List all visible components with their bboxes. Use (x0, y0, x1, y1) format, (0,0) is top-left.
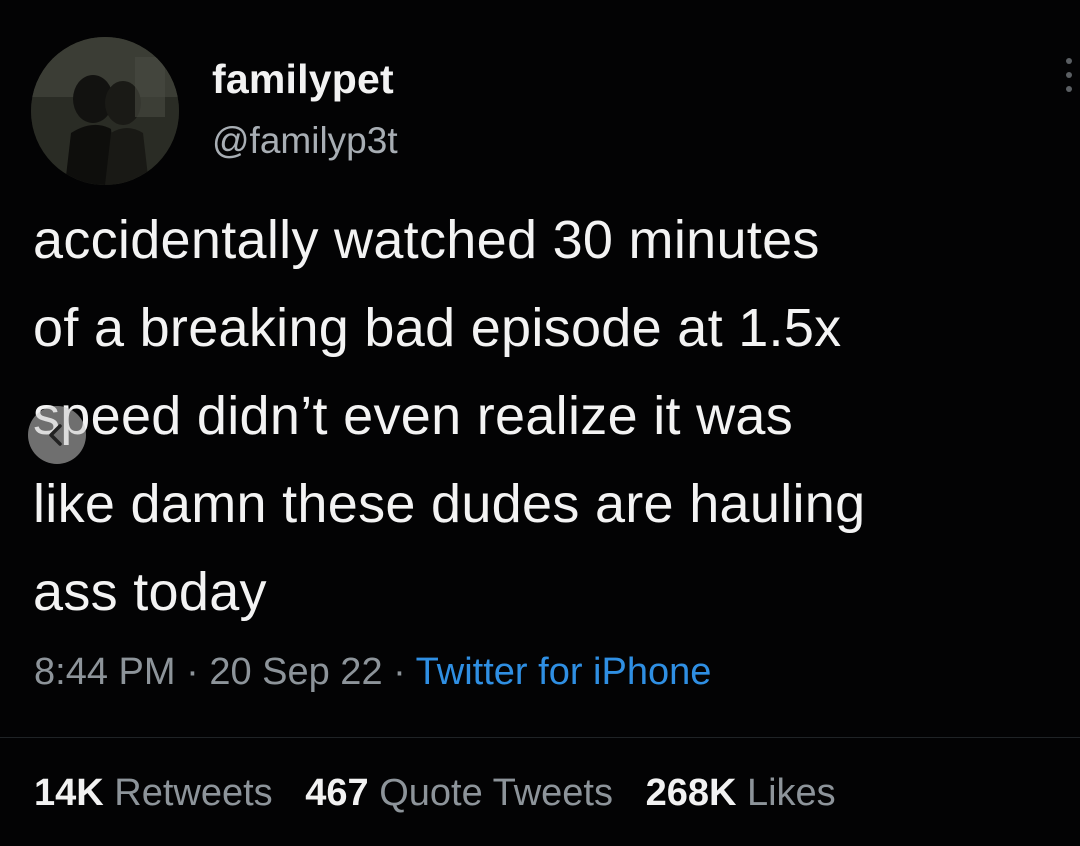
likes-count: 268K (645, 772, 737, 814)
author-handle[interactable]: @familyp3t (212, 120, 398, 162)
back-button[interactable] (28, 406, 86, 464)
chevron-left-icon (49, 424, 62, 446)
avatar[interactable] (31, 37, 179, 185)
likes-label: Likes (746, 772, 836, 814)
retweets-stat[interactable]: 14K Retweets (34, 772, 273, 814)
tweet-line: accidentally watched 30 minutes (33, 210, 820, 270)
avatar-photo-icon (31, 37, 179, 185)
tweet-stats: 14K Retweets 467 Quote Tweets 268K Likes (34, 772, 858, 815)
author-display-name[interactable]: familypet (212, 56, 394, 103)
tweet-line: like damn these dudes are hauling (33, 474, 866, 534)
divider (0, 737, 1080, 738)
more-options-icon[interactable] (1062, 58, 1076, 104)
meta-separator: · (393, 651, 406, 693)
tweet-source-link[interactable]: Twitter for iPhone (416, 651, 712, 693)
quote-tweets-stat[interactable]: 467 Quote Tweets (305, 772, 613, 814)
tweet-meta: 8:44 PM · 20 Sep 22 · Twitter for iPhone (34, 651, 711, 694)
tweet-date: 20 Sep 22 (209, 651, 383, 693)
likes-stat[interactable]: 268K Likes (646, 772, 836, 814)
quotes-count: 467 (305, 772, 369, 814)
retweets-label: Retweets (114, 772, 273, 814)
tweet-text: accidentally watched 30 minutes of a bre… (33, 196, 1080, 636)
meta-separator: · (186, 651, 199, 693)
retweets-count: 14K (34, 772, 104, 814)
tweet-line: speed didn’t even realize it was (33, 386, 794, 446)
tweet-line: ass today (33, 562, 267, 622)
tweet-time: 8:44 PM (34, 651, 176, 693)
tweet-card: familypet @familyp3t accidentally watche… (0, 0, 1080, 846)
quotes-label: Quote Tweets (379, 772, 613, 814)
tweet-line: of a breaking bad episode at 1.5x (33, 298, 842, 358)
